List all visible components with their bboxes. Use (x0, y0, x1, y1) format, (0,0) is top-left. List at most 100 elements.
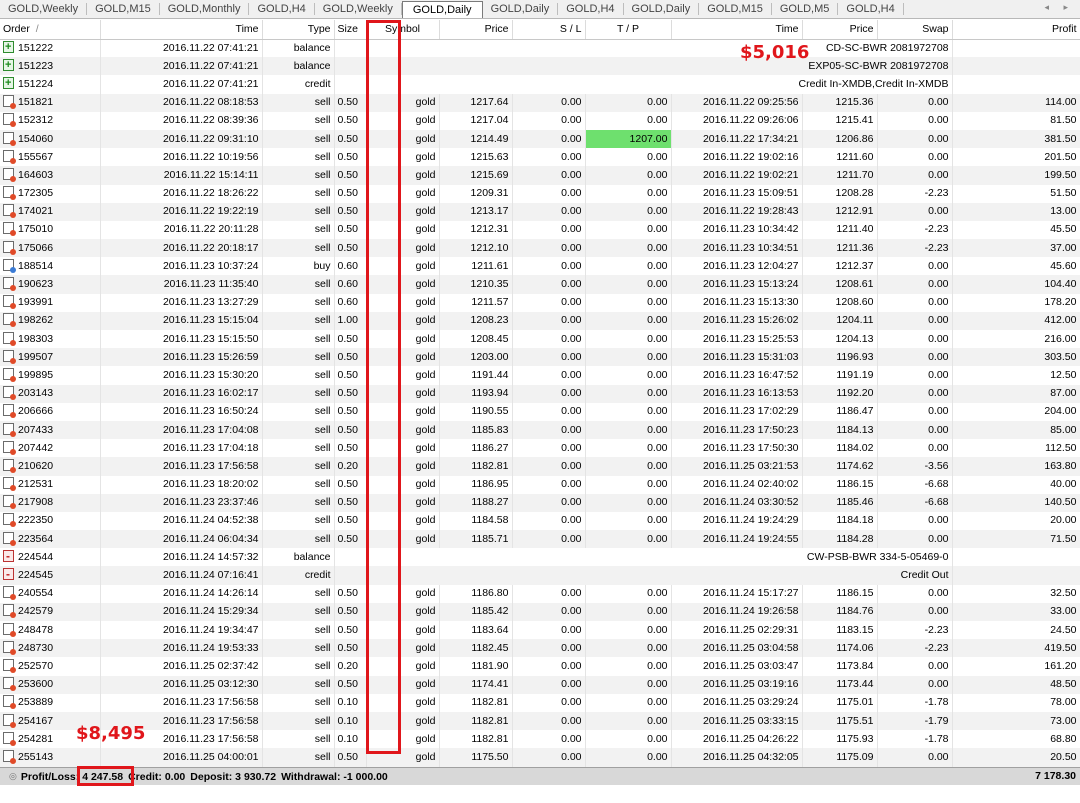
table-row[interactable]: 253600 2016.11.25 03:12:30 sell 0.50 gold 117… (0, 675, 1080, 694)
cell-size: 0.10 (334, 730, 367, 749)
col-header-order[interactable]: Order / (0, 20, 101, 40)
sell-order-icon (3, 531, 16, 546)
table-row[interactable]: 254281 2016.11.23 17:56:58 sell 0.10 gold 118… (0, 730, 1080, 749)
table-row[interactable]: 223564 2016.11.24 06:04:34 sell 0.50 gold 118… (0, 530, 1080, 549)
cell-profit: 303.50 (952, 348, 1080, 367)
cell-swap: 0.00 (877, 366, 953, 385)
table-row[interactable]: 248478 2016.11.24 19:34:47 sell 0.50 gold 118… (0, 621, 1080, 640)
table-row[interactable]: 175010 2016.11.22 20:11:28 sell 0.50 gold 121… (0, 220, 1080, 240)
cell-swap: 0.00 (877, 402, 953, 421)
cell-sl: 0.00 (512, 675, 586, 694)
table-row[interactable]: 217908 2016.11.23 23:37:46 sell 0.50 gold 118… (0, 493, 1080, 512)
cell-swap (952, 75, 1080, 94)
table-row[interactable]: 193991 2016.11.23 13:27:29 sell 0.60 gold 121… (0, 293, 1080, 312)
col-header-swap[interactable]: Swap (877, 20, 953, 40)
cell-symbol: gold (366, 493, 440, 512)
table-row[interactable]: 190623 2016.11.23 11:35:40 sell 0.60 gold 121… (0, 275, 1080, 294)
table-row[interactable]: 207442 2016.11.23 17:04:18 sell 0.50 gold 118… (0, 439, 1080, 458)
chart-tab-6[interactable]: GOLD,Daily (483, 3, 559, 15)
table-row[interactable]: 155567 2016.11.22 10:19:56 sell 0.50 gold 121… (0, 148, 1080, 167)
chart-tab-9[interactable]: GOLD,M15 (699, 3, 772, 15)
table-row[interactable]: 248730 2016.11.24 19:53:33 sell 0.50 gold 118… (0, 639, 1080, 658)
cell-close-price: 1204.11 (802, 311, 878, 330)
chart-tab-5[interactable]: GOLD,Daily (401, 0, 483, 18)
table-row[interactable]: 164603 2016.11.22 15:14:11 sell 0.50 gold 121… (0, 166, 1080, 185)
chart-tab-3[interactable]: GOLD,H4 (249, 3, 315, 15)
cell-tp: 0.00 (585, 675, 672, 694)
cell-size: 0.50 (334, 420, 367, 440)
cell-tp: 0.00 (585, 457, 672, 476)
cell-symbol: gold (366, 384, 440, 403)
col-header-symbol[interactable]: Symbol (366, 20, 440, 40)
chart-tab-4[interactable]: GOLD,Weekly (315, 3, 402, 15)
table-row[interactable]: 199895 2016.11.23 15:30:20 sell 0.50 gold 119… (0, 366, 1080, 385)
deposit-summary: Deposit: 3 930.72 (190, 770, 277, 783)
table-row[interactable]: 240554 2016.11.24 14:26:14 sell 0.50 gold 118… (0, 584, 1080, 603)
table-row[interactable]: 199507 2016.11.23 15:26:59 sell 0.50 gold 120… (0, 348, 1080, 367)
col-header-type[interactable]: Type (262, 20, 335, 40)
col-header-time[interactable]: Time (100, 20, 263, 40)
table-row[interactable]: 151821 2016.11.22 08:18:53 sell 0.50 gold 121… (0, 93, 1080, 112)
col-header-sl[interactable]: S / L (512, 20, 586, 40)
table-row[interactable]: 151223 2016.11.22 07:41:21balance EXP05-SC… (0, 57, 1080, 76)
cell-order: 193991 (0, 293, 101, 312)
table-row[interactable]: 255143 2016.11.25 04:00:01 sell 0.50 gold 117… (0, 748, 1080, 767)
cell-close-time: 2016.11.23 16:13:53 (671, 384, 803, 403)
col-header-profit[interactable]: Profit (952, 20, 1080, 40)
table-row[interactable]: 151224 2016.11.22 07:41:21credit Credit In… (0, 75, 1080, 94)
table-row[interactable]: 172305 2016.11.22 18:26:22 sell 0.50 gold 120… (0, 184, 1080, 203)
table-row[interactable]: 152312 2016.11.22 08:39:36 sell 0.50 gold 121… (0, 111, 1080, 130)
cell-sl: 0.00 (512, 621, 586, 640)
table-row[interactable]: 198262 2016.11.23 15:15:04 sell 1.00 gold 120… (0, 311, 1080, 330)
table-row[interactable]: 222350 2016.11.24 04:52:38 sell 0.50 gold 118… (0, 511, 1080, 531)
cell-open-time: 2016.11.24 14:26:14 (100, 584, 263, 603)
chart-tab-11[interactable]: GOLD,H4 (838, 3, 904, 15)
order-number: 222350 (18, 514, 54, 527)
chart-tab-10[interactable]: GOLD,M5 (772, 3, 839, 15)
order-number: 175010 (18, 223, 54, 236)
table-row[interactable]: 188514 2016.11.23 10:37:24 buy 0.60 gold 1211… (0, 257, 1080, 276)
cell-type: sell (262, 657, 335, 676)
chart-tab-8[interactable]: GOLD,Daily (624, 3, 700, 15)
col-header-tp[interactable]: T / P (585, 20, 672, 40)
table-row[interactable]: 175066 2016.11.22 20:18:17 sell 0.50 gold 121… (0, 239, 1080, 258)
cell-size (334, 75, 367, 94)
table-row[interactable]: 212531 2016.11.23 18:20:02 sell 0.50 gold 118… (0, 475, 1080, 494)
cell-price: 1183.64 (439, 621, 513, 640)
table-row[interactable]: 206666 2016.11.23 16:50:24 sell 0.50 gold 119… (0, 402, 1080, 421)
col-header-close-price[interactable]: Price (802, 20, 878, 40)
table-row[interactable]: 210620 2016.11.23 17:56:58 sell 0.20 gold 118… (0, 457, 1080, 476)
tab-scroll-arrows-icon[interactable]: ◂ ▸ (1044, 2, 1074, 13)
sell-order-icon (3, 149, 16, 164)
cell-close-price: 1215.41 (802, 111, 878, 130)
table-row[interactable]: 252570 2016.11.25 02:37:42 sell 0.20 gold 118… (0, 657, 1080, 676)
table-row[interactable]: 203143 2016.11.23 16:02:17 sell 0.50 gold 119… (0, 384, 1080, 403)
chart-tab-7[interactable]: GOLD,H4 (558, 3, 624, 15)
chart-tab-1[interactable]: GOLD,M15 (87, 3, 160, 15)
table-row[interactable]: 224545 2016.11.24 07:16:41credit Credit Ou… (0, 566, 1080, 585)
col-header-close-time[interactable]: Time (671, 20, 803, 40)
table-row[interactable]: 207433 2016.11.23 17:04:08 sell 0.50 gold 118… (0, 420, 1080, 440)
chart-tab-0[interactable]: GOLD,Weekly (0, 3, 88, 15)
sell-order-icon (3, 131, 16, 146)
chart-tab-2[interactable]: GOLD,Monthly (160, 3, 250, 15)
table-row[interactable]: 242579 2016.11.24 15:29:34 sell 0.50 gold 118… (0, 602, 1080, 621)
table-row[interactable]: 253889 2016.11.23 17:56:58 sell 0.10 gold 118… (0, 693, 1080, 712)
table-row[interactable]: 224544 2016.11.24 14:57:32balance CW-PSB-B… (0, 548, 1080, 567)
order-number: 151821 (18, 96, 54, 109)
table-row[interactable]: 198303 2016.11.23 15:15:50 sell 0.50 gold 120… (0, 330, 1080, 349)
table-row[interactable]: 151222 2016.11.22 07:41:21balance CD-SC-BW… (0, 39, 1080, 58)
sell-order-icon (3, 658, 16, 673)
chart-tab-strip: GOLD,Weekly GOLD,M15 GOLD,Monthly GOLD,H4 GO… (0, 0, 1080, 19)
col-header-size[interactable]: Size (334, 20, 367, 40)
table-row[interactable]: 254167 2016.11.23 17:56:58 sell 0.10 gold 118… (0, 711, 1080, 731)
cell-sl: 0.00 (512, 293, 586, 312)
table-row[interactable]: 174021 2016.11.22 19:22:19 sell 0.50 gold 121… (0, 202, 1080, 221)
col-header-price[interactable]: Price (439, 20, 513, 40)
table-row[interactable]: 154060 2016.11.22 09:31:10 sell 0.50 gold 121… (0, 129, 1080, 149)
order-number: 223564 (18, 532, 54, 545)
cell-close-time: 2016.11.25 03:03:47 (671, 657, 803, 676)
cell-swap (952, 548, 1080, 567)
cell-open-time: 2016.11.22 07:41:21 (100, 39, 263, 58)
cell-size: 0.50 (334, 111, 367, 130)
